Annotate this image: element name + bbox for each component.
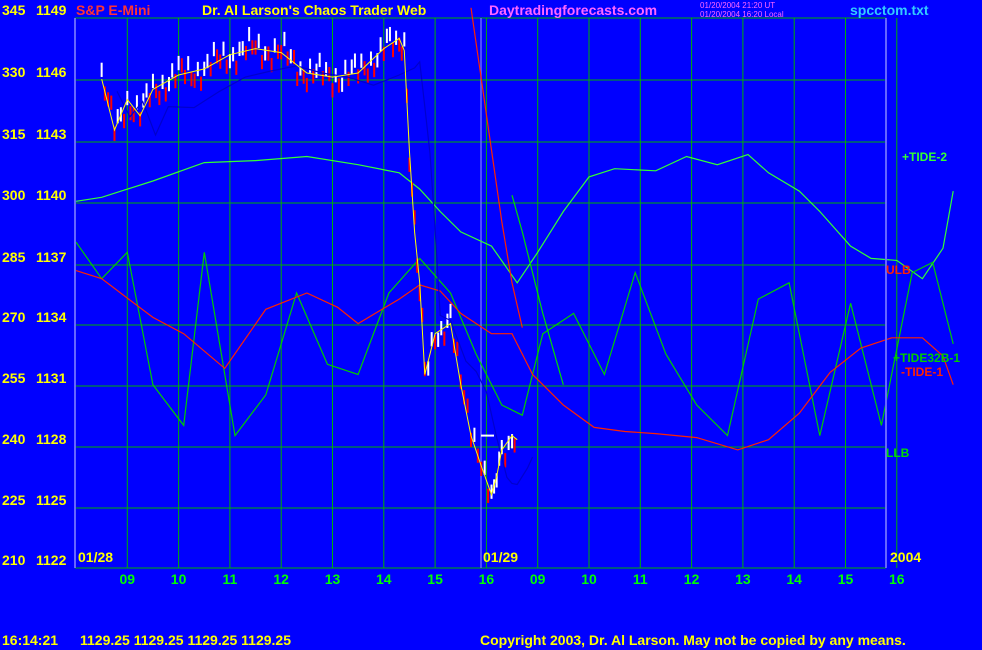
timestamp-local: 01/20/2004 16:20 Local xyxy=(700,10,784,19)
y-tick-left: 210 xyxy=(2,552,26,568)
y-tick-left: 270 xyxy=(2,309,26,325)
y-tick-price: 1149 xyxy=(36,2,67,18)
y-tick-price: 1131 xyxy=(36,370,67,386)
x-tick-label: 12 xyxy=(683,571,700,587)
instrument-title: S&P E-Mini xyxy=(76,2,151,18)
y-tick-price: 1143 xyxy=(36,126,67,142)
x-tick-label: 14 xyxy=(376,571,392,587)
site-link[interactable]: Daytradingforecasts.com xyxy=(489,2,657,18)
date-label-left: 01/28 xyxy=(78,549,114,565)
x-tick-label: 15 xyxy=(427,571,443,587)
timestamp-ut: 01/20/2004 21:20 UT xyxy=(700,1,776,10)
x-tick-label: 16 xyxy=(889,571,905,587)
y-tick-price: 1146 xyxy=(36,64,67,80)
x-tick-label: 15 xyxy=(837,571,854,587)
chart-title: Dr. Al Larson's Chaos Trader Web xyxy=(202,2,427,18)
y-tick-price: 1128 xyxy=(36,431,67,447)
y-tick-price: 1140 xyxy=(36,187,67,203)
series--tide-2 xyxy=(75,153,954,284)
y-tick-price: 1125 xyxy=(36,492,67,508)
chart-grid xyxy=(75,17,898,569)
x-tick-label: 14 xyxy=(786,571,802,587)
footer-time: 16:14:21 xyxy=(2,632,59,648)
y-tick-price: 1137 xyxy=(36,249,67,265)
x-tick-label: 13 xyxy=(735,571,751,587)
x-tick-label: 10 xyxy=(170,571,187,587)
y-tick-left: 330 xyxy=(2,64,26,80)
tide2-label: +TIDE-2 xyxy=(902,150,948,164)
x-tick-label: 11 xyxy=(632,571,648,587)
y-tick-left: 225 xyxy=(2,492,26,508)
ulb-label: ULB xyxy=(886,263,911,277)
price-moving-average xyxy=(116,60,534,486)
date-label-mid: 01/29 xyxy=(483,549,519,565)
data-file-name: spcctom.txt xyxy=(850,2,929,18)
x-tick-label: 11 xyxy=(222,571,238,587)
y-tick-left: 240 xyxy=(2,431,26,447)
x-tick-label: 13 xyxy=(324,571,341,587)
x-tick-label: 09 xyxy=(119,571,136,587)
y-tick-price: 1122 xyxy=(36,552,67,568)
y-tick-left: 255 xyxy=(2,370,26,386)
tide1-label: -TIDE-1 xyxy=(901,365,943,379)
y-tick-left: 285 xyxy=(2,249,26,265)
y-tick-left: 315 xyxy=(2,126,26,142)
x-tick-label: 09 xyxy=(529,571,546,587)
tide32b-label: +TIDE32B-1 xyxy=(893,351,961,365)
year-label: 2004 xyxy=(890,549,922,565)
chart-series xyxy=(75,7,954,451)
x-tick-label: 12 xyxy=(273,571,289,587)
footer-copyright: Copyright 2003, Dr. Al Larson. May not b… xyxy=(480,632,906,648)
x-tick-label: 10 xyxy=(581,571,597,587)
price-fit-line xyxy=(101,37,518,497)
llb-label: LLB xyxy=(886,446,910,460)
x-tick-label: 16 xyxy=(478,571,495,587)
series--tide-1 xyxy=(75,270,954,451)
y-tick-price: 1134 xyxy=(36,309,67,325)
footer-quote: 1129.25 1129.25 1129.25 1129.25 xyxy=(80,632,292,648)
y-tick-left: 300 xyxy=(2,187,26,203)
y-tick-left: 345 xyxy=(2,2,26,18)
